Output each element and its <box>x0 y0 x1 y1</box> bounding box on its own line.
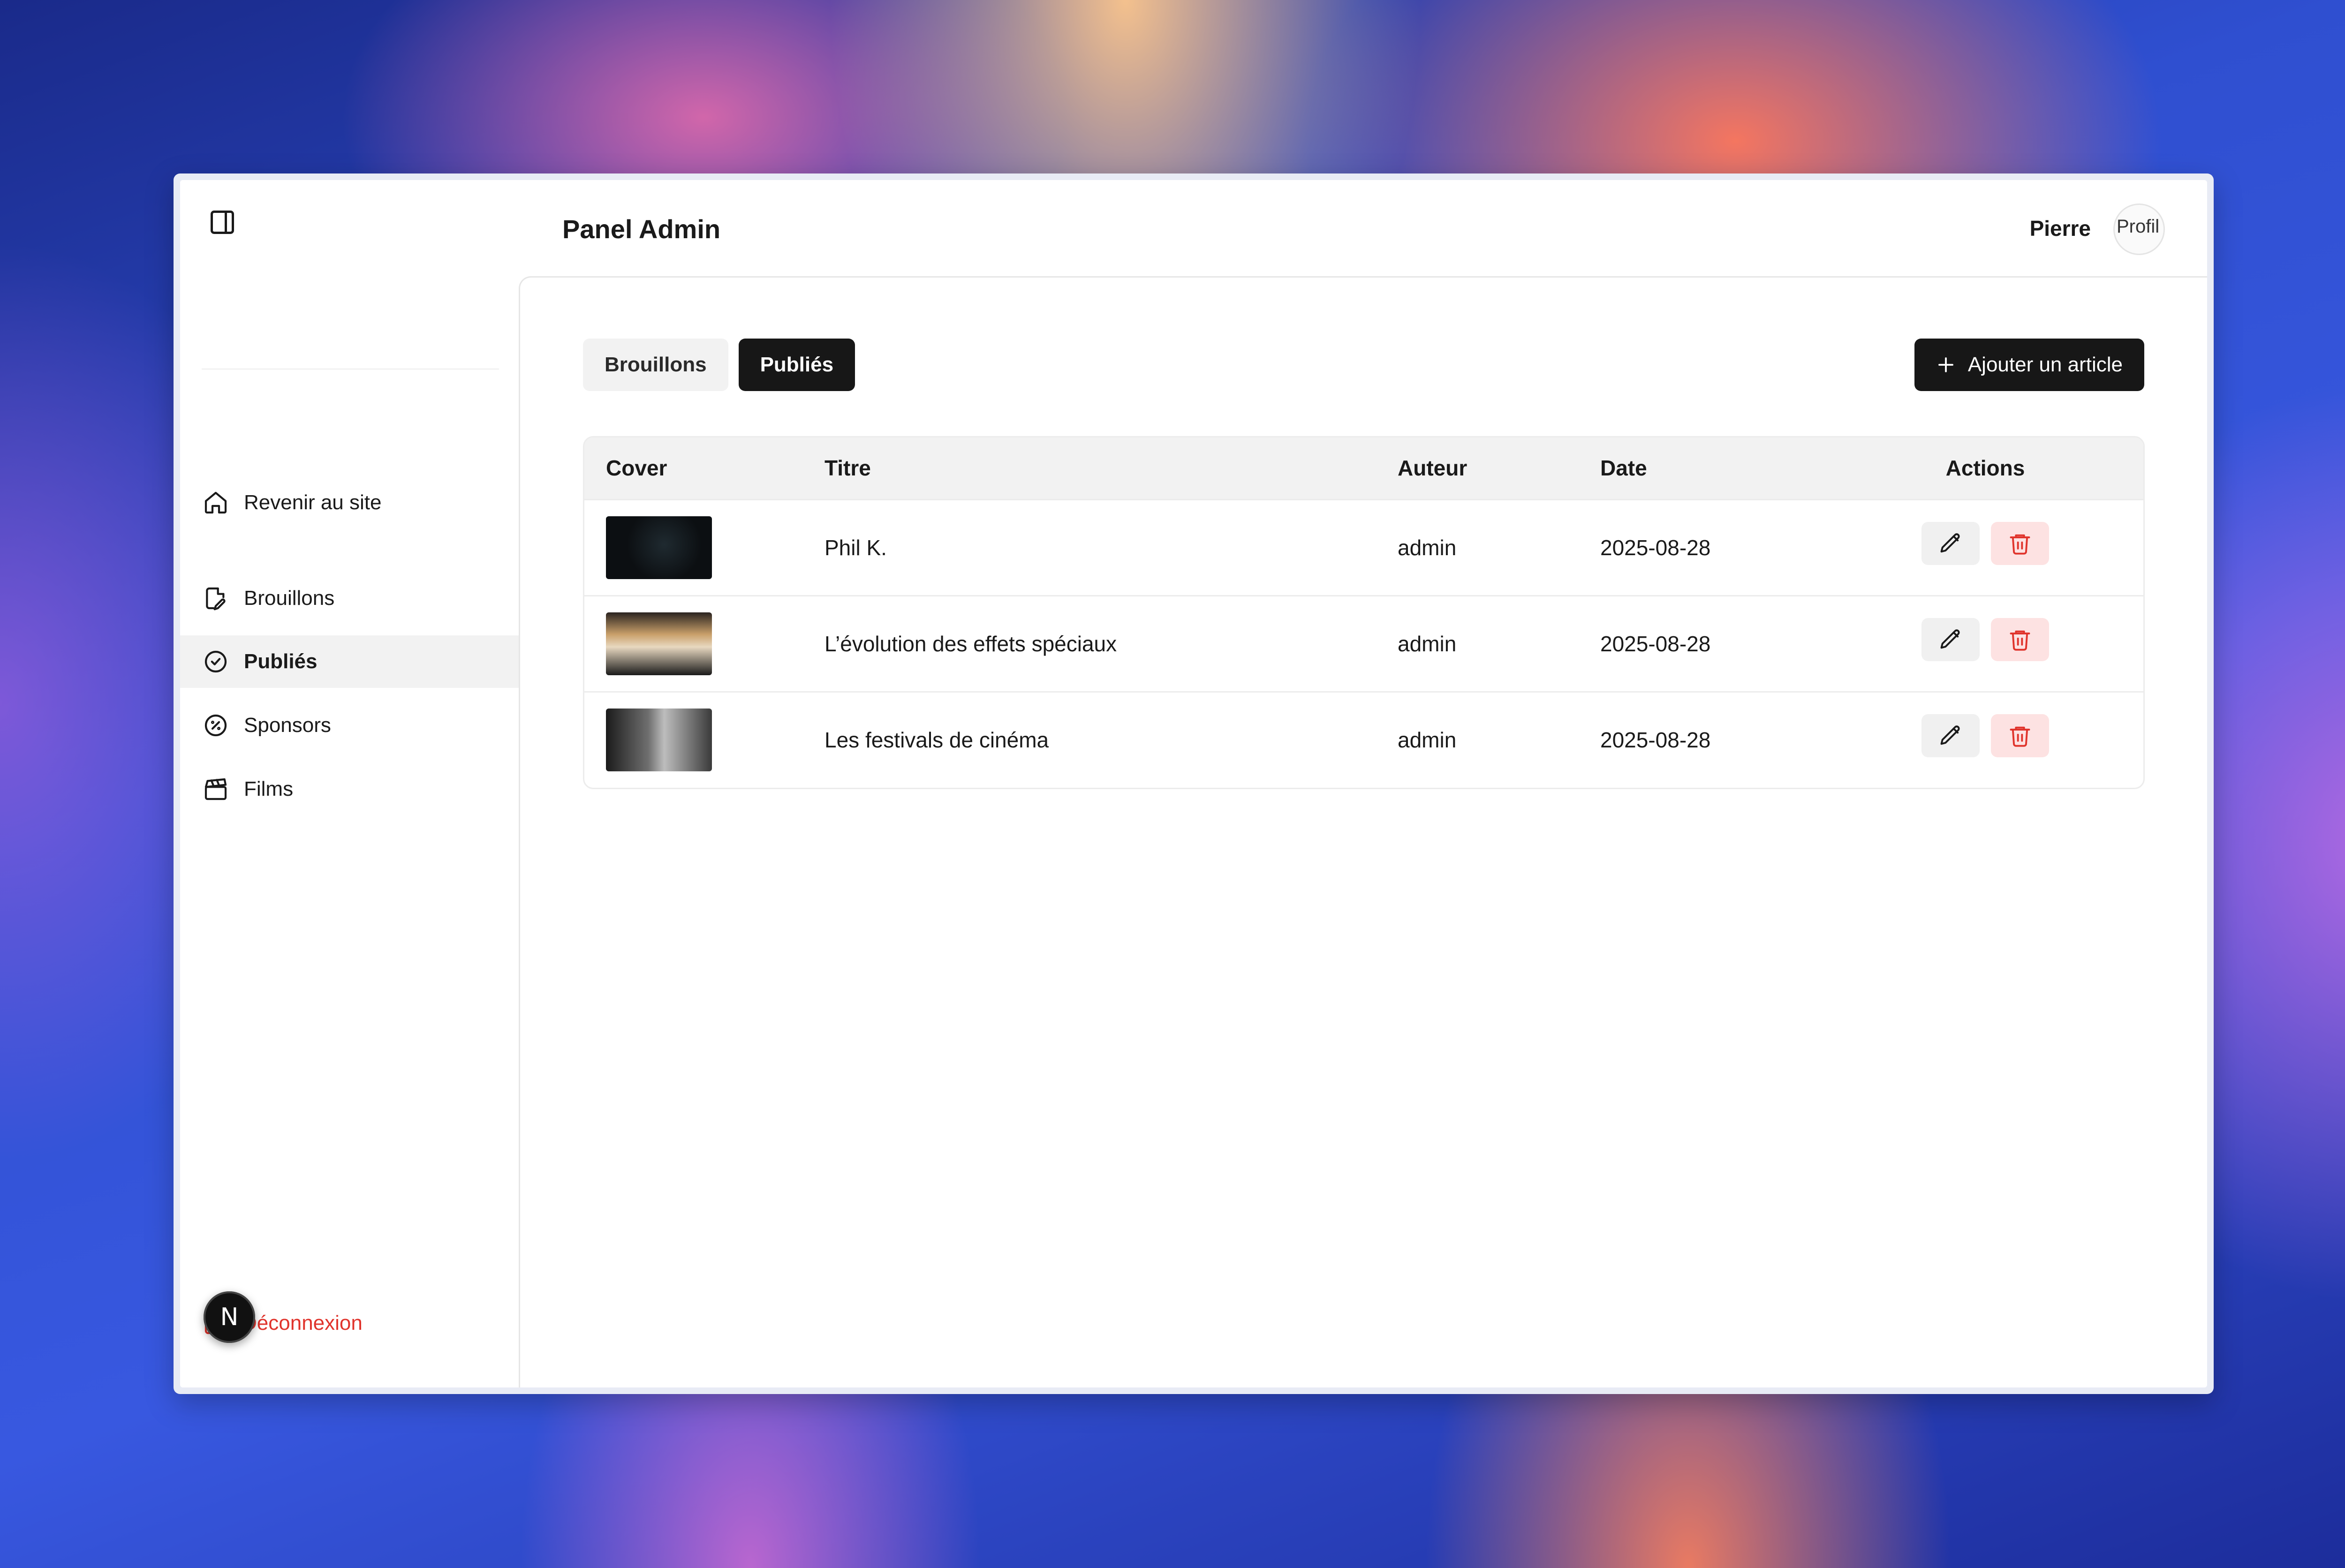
nextjs-dev-badge[interactable]: N <box>204 1291 255 1343</box>
table-row: Les festivals de cinéma admin 2025-08-28 <box>584 692 2143 788</box>
pencil-icon <box>1940 533 1960 552</box>
sidebar-toggle-icon[interactable] <box>208 208 236 236</box>
top-header: Panel Admin Pierre Profil <box>520 180 2207 276</box>
row-title: L’évolution des effets spéciaux <box>825 631 1117 656</box>
tab-publies[interactable]: Publiés <box>738 339 855 391</box>
trash-icon <box>2010 726 2030 747</box>
add-article-button[interactable]: Ajouter un article <box>1914 339 2144 391</box>
edit-button[interactable] <box>1921 714 1980 758</box>
column-header-actions: Actions <box>1945 456 2025 481</box>
delete-button[interactable] <box>1991 618 2049 661</box>
sidebar-item-publies[interactable]: Publiés <box>180 635 520 688</box>
sidebar-item-label: Brouillons <box>244 587 335 610</box>
cover-thumbnail <box>606 709 712 772</box>
avatar-alt-text: Profil <box>2117 216 2160 237</box>
column-header-date: Date <box>1600 456 1647 481</box>
avatar[interactable]: Profil <box>2113 204 2165 255</box>
delete-button[interactable] <box>1991 714 2049 758</box>
status-tabs: Brouillons Publiés <box>583 339 855 391</box>
add-article-label: Ajouter un article <box>1967 353 2123 376</box>
admin-app: Revenir au site Brouillons Publiés Spons… <box>180 180 2207 1387</box>
row-date: 2025-08-28 <box>1600 631 1711 656</box>
badge-percent-icon <box>203 712 229 739</box>
sidebar-item-label: Revenir au site <box>244 491 382 514</box>
edit-button[interactable] <box>1921 521 1980 565</box>
nextjs-logo-icon: N <box>220 1303 239 1331</box>
articles-table: Cover Titre Auteur Date Actions Phil K. … <box>583 436 2145 789</box>
table-header-row: Cover Titre Auteur Date Actions <box>584 437 2143 499</box>
trash-icon <box>2010 534 2030 555</box>
sidebar-item-sponsors[interactable]: Sponsors <box>180 699 520 752</box>
cover-thumbnail <box>606 516 712 579</box>
row-author: admin <box>1398 631 1457 656</box>
trash-icon <box>2010 630 2030 651</box>
sidebar-item-label: Publiés <box>244 650 318 673</box>
column-header-cover: Cover <box>606 456 667 481</box>
circle-check-icon <box>203 648 229 675</box>
logout-label: Déconnexion <box>242 1312 363 1334</box>
row-date: 2025-08-28 <box>1600 535 1711 560</box>
row-title: Phil K. <box>825 535 887 560</box>
browser-window: Revenir au site Brouillons Publiés Spons… <box>174 173 2214 1394</box>
main-panel: Brouillons Publiés Ajouter un article Co… <box>519 276 2207 1387</box>
sidebar-item-label: Sponsors <box>244 714 331 737</box>
file-edit-icon <box>203 585 229 611</box>
table-row: L’évolution des effets spéciaux admin 20… <box>584 596 2143 692</box>
row-title: Les festivals de cinéma <box>825 728 1049 753</box>
delete-button[interactable] <box>1991 521 2049 565</box>
column-header-titre: Titre <box>825 456 871 481</box>
row-author: admin <box>1398 728 1457 753</box>
clapperboard-icon <box>203 776 229 802</box>
page-title: Panel Admin <box>562 214 721 244</box>
home-icon <box>203 490 229 516</box>
column-header-auteur: Auteur <box>1398 456 1468 481</box>
sidebar: Revenir au site Brouillons Publiés Spons… <box>180 180 520 1387</box>
sidebar-item-brouillons[interactable]: Brouillons <box>180 572 520 625</box>
pencil-icon <box>1940 725 1960 745</box>
sidebar-item-films[interactable]: Films <box>180 763 520 815</box>
row-date: 2025-08-28 <box>1600 728 1711 753</box>
row-author: admin <box>1398 535 1457 560</box>
sidebar-item-label: Films <box>244 777 294 800</box>
pencil-icon <box>1940 629 1960 648</box>
plus-icon <box>1936 355 1956 375</box>
cover-thumbnail <box>606 612 712 675</box>
user-name: Pierre <box>2029 216 2091 241</box>
table-row: Phil K. admin 2025-08-28 <box>584 499 2143 596</box>
tab-brouillons[interactable]: Brouillons <box>583 339 728 391</box>
edit-button[interactable] <box>1921 618 1980 661</box>
sidebar-item-revenir-au-site[interactable]: Revenir au site <box>180 476 520 529</box>
